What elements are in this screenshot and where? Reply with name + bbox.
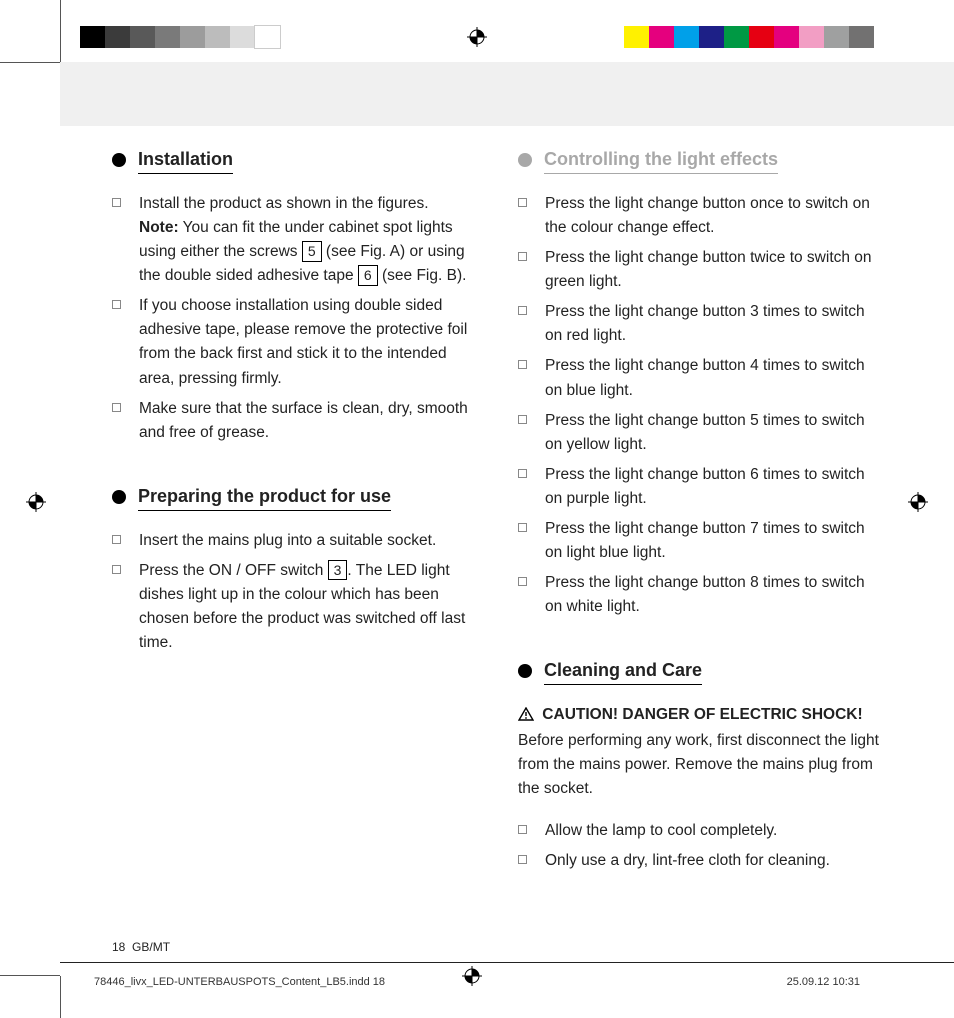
color-swatch [649, 26, 674, 48]
color-swatch [699, 26, 724, 48]
left-column: Installation Install the product as show… [112, 148, 476, 879]
square-bullet-icon [518, 577, 527, 586]
square-bullet-icon [518, 198, 527, 207]
list-item-text: Press the light change button once to sw… [545, 192, 882, 240]
reference-number-box: 6 [358, 265, 378, 285]
color-swatch [824, 26, 849, 48]
list-item: Press the light change button 6 times to… [518, 463, 882, 511]
heading-bullet-icon [518, 153, 532, 167]
square-bullet-icon [112, 300, 121, 309]
list-item: Press the light change button 5 times to… [518, 409, 882, 457]
color-swatch [230, 26, 255, 48]
list-item-text: Press the light change button 6 times to… [545, 463, 882, 511]
list-item-text: Install the product as shown in the figu… [139, 192, 476, 288]
list-item: Press the light change button 4 times to… [518, 354, 882, 402]
heading-controlling: Controlling the light effects [544, 148, 778, 174]
color-swatch [155, 26, 180, 48]
color-swatch [130, 26, 155, 48]
registration-mark-right-icon [908, 492, 928, 512]
footer-filename: 78446_livx_LED-UNTERBAUSPOTS_Content_LB5… [94, 976, 385, 988]
caution-bold: CAUTION! DANGER OF ELECTRIC SHOCK! [538, 706, 863, 723]
color-swatch [774, 26, 799, 48]
caution-rest: Before performing any work, first discon… [518, 732, 879, 797]
list-item-text: Make sure that the surface is clean, dry… [139, 397, 476, 445]
color-swatch [105, 26, 130, 48]
list-item-text: Insert the mains plug into a suitable so… [139, 529, 476, 553]
heading-cleaning: Cleaning and Care [544, 659, 702, 685]
list-item: Press the light change button 3 times to… [518, 300, 882, 348]
color-swatch [624, 26, 649, 48]
list-item-text: Allow the lamp to cool completely. [545, 819, 882, 843]
square-bullet-icon [518, 360, 527, 369]
list-item: Insert the mains plug into a suitable so… [112, 529, 476, 553]
square-bullet-icon [112, 198, 121, 207]
list-item-text: Press the light change button 7 times to… [545, 517, 882, 565]
color-swatch [724, 26, 749, 48]
page-number: 18 GB/MT [112, 940, 170, 954]
square-bullet-icon [112, 565, 121, 574]
square-bullet-icon [518, 415, 527, 424]
right-column: Controlling the light effects Press the … [518, 148, 882, 879]
list-item: Allow the lamp to cool completely. [518, 819, 882, 843]
square-bullet-icon [518, 855, 527, 864]
heading-bullet-icon [518, 664, 532, 678]
registration-mark-left-icon [26, 492, 46, 512]
heading-installation: Installation [138, 148, 233, 174]
color-swatch [799, 26, 824, 48]
list-item-text: Press the ON / OFF switch 3. The LED lig… [139, 559, 476, 655]
list-item-text: Press the light change button 3 times to… [545, 300, 882, 348]
heading-preparing: Preparing the product for use [138, 485, 391, 511]
color-swatch [205, 26, 230, 48]
footer-rule [60, 962, 954, 963]
footer-datetime: 25.09.12 10:31 [787, 976, 860, 988]
header-band [60, 62, 954, 126]
reference-number-box: 5 [302, 241, 322, 261]
color-swatch [255, 26, 280, 48]
reference-number-box: 3 [328, 560, 348, 580]
square-bullet-icon [518, 252, 527, 261]
warning-triangle-icon [518, 705, 534, 729]
list-item-text: Only use a dry, lint-free cloth for clea… [545, 849, 882, 873]
square-bullet-icon [518, 469, 527, 478]
registration-mark-bottom-icon [462, 966, 482, 986]
list-item-text: Press the light change button twice to s… [545, 246, 882, 294]
square-bullet-icon [518, 523, 527, 532]
list-item: Make sure that the surface is clean, dry… [112, 397, 476, 445]
list-item-text: If you choose installation using double … [139, 294, 476, 390]
crop-mark-icon [0, 62, 60, 63]
square-bullet-icon [518, 306, 527, 315]
caution-paragraph: CAUTION! DANGER OF ELECTRIC SHOCK! Befor… [518, 703, 882, 801]
list-item: Press the light change button 8 times to… [518, 571, 882, 619]
list-item-text: Press the light change button 8 times to… [545, 571, 882, 619]
color-swatch [280, 26, 624, 48]
color-swatch [749, 26, 774, 48]
color-swatch [180, 26, 205, 48]
heading-bullet-icon [112, 490, 126, 504]
list-item-text: Press the light change button 4 times to… [545, 354, 882, 402]
list-item: Only use a dry, lint-free cloth for clea… [518, 849, 882, 873]
list-item: Press the light change button once to sw… [518, 192, 882, 240]
color-swatch [80, 26, 105, 48]
color-swatch [849, 26, 874, 48]
color-swatch [674, 26, 699, 48]
crop-mark-icon [60, 976, 61, 1018]
list-item: Install the product as shown in the figu… [112, 192, 476, 288]
list-item: Press the light change button 7 times to… [518, 517, 882, 565]
crop-mark-icon [60, 0, 61, 62]
list-item: If you choose installation using double … [112, 294, 476, 390]
square-bullet-icon [518, 825, 527, 834]
square-bullet-icon [112, 535, 121, 544]
list-item: Press the ON / OFF switch 3. The LED lig… [112, 559, 476, 655]
registration-mark-top-icon [467, 27, 487, 47]
crop-mark-icon [0, 975, 60, 976]
heading-bullet-icon [112, 153, 126, 167]
list-item-text: Press the light change button 5 times to… [545, 409, 882, 457]
square-bullet-icon [112, 403, 121, 412]
list-item: Press the light change button twice to s… [518, 246, 882, 294]
